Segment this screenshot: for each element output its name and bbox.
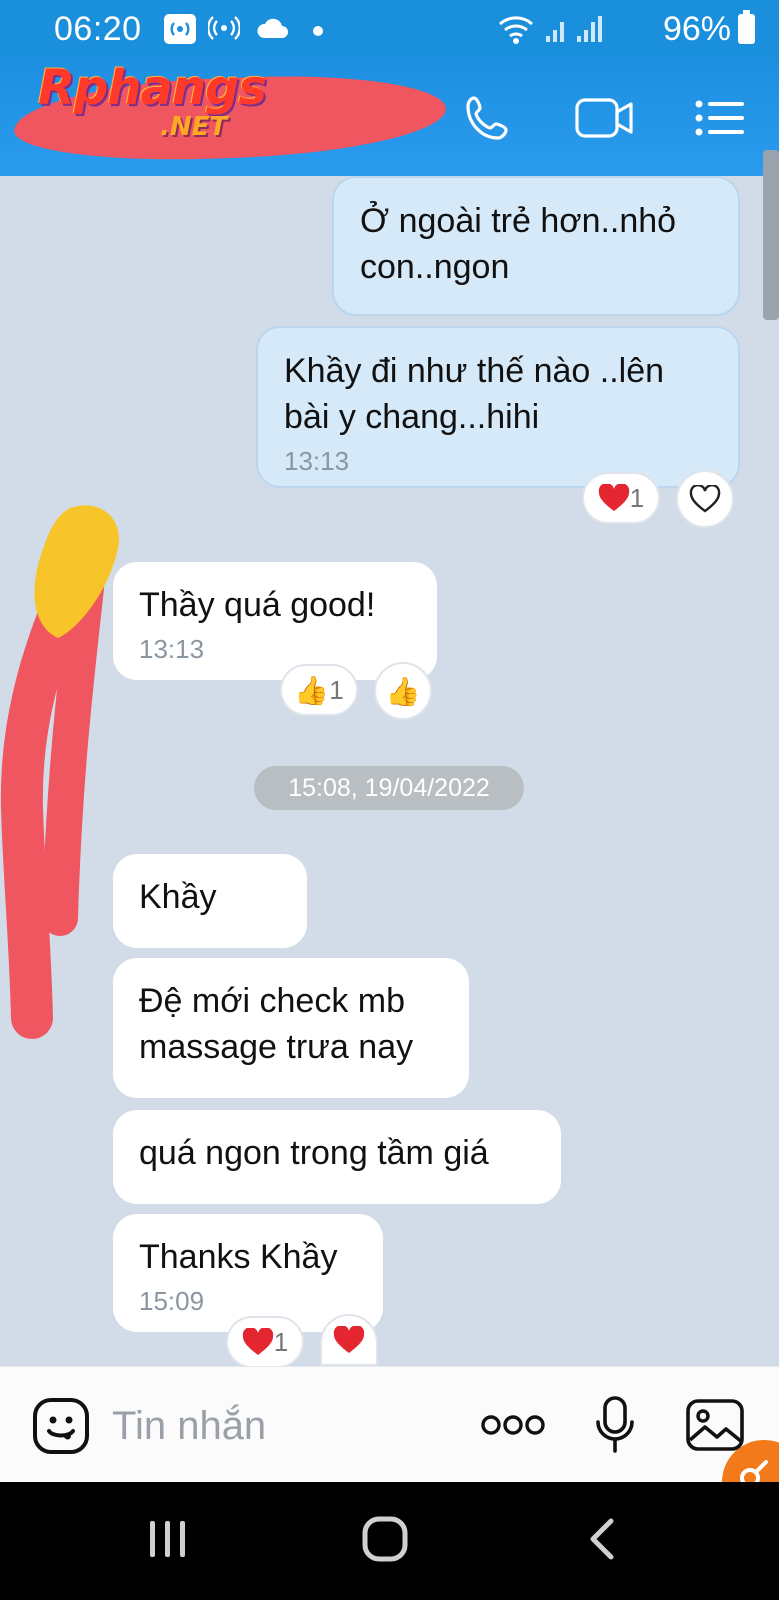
message-text: Đệ mới check mb massage trưa nay [139, 982, 414, 1066]
message-bubble-outgoing[interactable]: Ở ngoài trẻ hơn..nhỏ con..ngon [332, 176, 740, 316]
status-time: 06:20 [54, 10, 142, 48]
message-text: Thanks Khầy [139, 1238, 338, 1276]
thumbs-up-icon: 👍 [294, 674, 330, 706]
menu-button[interactable] [690, 88, 750, 148]
reaction-summary[interactable]: 1 [226, 1316, 304, 1368]
reaction-summary[interactable]: 👍 1 [280, 664, 358, 716]
logo-suffix: .NET [160, 112, 228, 142]
system-navigation-bar [0, 1482, 779, 1600]
reaction-count: 1 [273, 1326, 289, 1357]
avatar-redaction-scribble [0, 505, 119, 1039]
emoji-icon [33, 1398, 89, 1454]
back-button[interactable] [562, 1504, 642, 1574]
call-button[interactable] [458, 88, 518, 148]
message-text: quá ngon trong tầm giá [139, 1134, 489, 1172]
heart-outline-icon [689, 485, 721, 513]
message-bubble-incoming[interactable]: Khầy [113, 854, 307, 948]
dot-icon [312, 24, 324, 42]
message-composer [0, 1366, 779, 1482]
message-time: 13:13 [139, 634, 205, 664]
emoji-button[interactable] [32, 1397, 90, 1455]
message-bubble-incoming[interactable]: quá ngon trong tầm giá [113, 1110, 561, 1204]
message-text: Khầy [139, 878, 217, 916]
reaction-count: 1 [329, 674, 344, 705]
back-icon [590, 1518, 614, 1560]
more-icon [481, 1415, 545, 1435]
status-bar: 06:20 96% [0, 0, 779, 58]
image-button[interactable] [684, 1395, 746, 1455]
microphone-icon [596, 1396, 634, 1453]
more-button[interactable] [478, 1395, 548, 1455]
heart-icon [598, 484, 629, 511]
battery-percent: 96% [662, 10, 731, 48]
wifi-icon [496, 12, 536, 51]
phone-icon [466, 96, 508, 140]
reaction-summary[interactable]: 1 [582, 472, 660, 524]
signal-icon [544, 14, 606, 49]
chat-header: Rphangs .NET [0, 58, 779, 176]
react-button[interactable]: 👍 [374, 662, 432, 720]
message-text: Ở ngoài trẻ hơn..nhỏ con..ngon [360, 202, 677, 286]
video-call-button[interactable] [572, 88, 638, 148]
react-button[interactable] [676, 470, 734, 528]
message-text: Thầy quá good! [139, 586, 376, 624]
recent-apps-button[interactable] [128, 1504, 208, 1574]
thumbs-up-icon: 👍 [385, 675, 421, 707]
home-button[interactable] [345, 1504, 425, 1574]
message-input[interactable] [112, 1399, 442, 1453]
message-time: 15:09 [139, 1286, 205, 1316]
cloud-icon [256, 18, 290, 45]
react-button[interactable] [320, 1314, 378, 1366]
message-bubble-incoming[interactable]: Thầy quá good! 13:13 [113, 562, 437, 680]
battery-icon [738, 10, 755, 44]
voice-button[interactable] [590, 1395, 640, 1455]
wifi-calling-icon [207, 14, 241, 49]
video-call-icon [575, 98, 633, 138]
hotspot-icon [164, 14, 196, 44]
heart-icon [333, 1326, 365, 1353]
message-bubble-incoming[interactable]: Đệ mới check mb massage trưa nay [113, 958, 469, 1098]
scrollbar[interactable] [763, 150, 779, 320]
message-text: Khầy đi như thế nào ..lên bài y chang...… [284, 352, 665, 436]
message-bubble-outgoing[interactable]: Khầy đi như thế nào ..lên bài y chang...… [256, 326, 740, 488]
heart-icon [242, 1328, 273, 1355]
image-icon [686, 1399, 744, 1451]
date-separator: 15:08, 19/04/2022 [254, 766, 524, 810]
logo-text: Rphangs [38, 60, 267, 116]
message-time: 13:13 [284, 446, 350, 476]
home-icon [362, 1516, 408, 1562]
reaction-count: 1 [629, 482, 645, 513]
menu-icon [695, 100, 744, 136]
recent-apps-icon [150, 1521, 185, 1557]
